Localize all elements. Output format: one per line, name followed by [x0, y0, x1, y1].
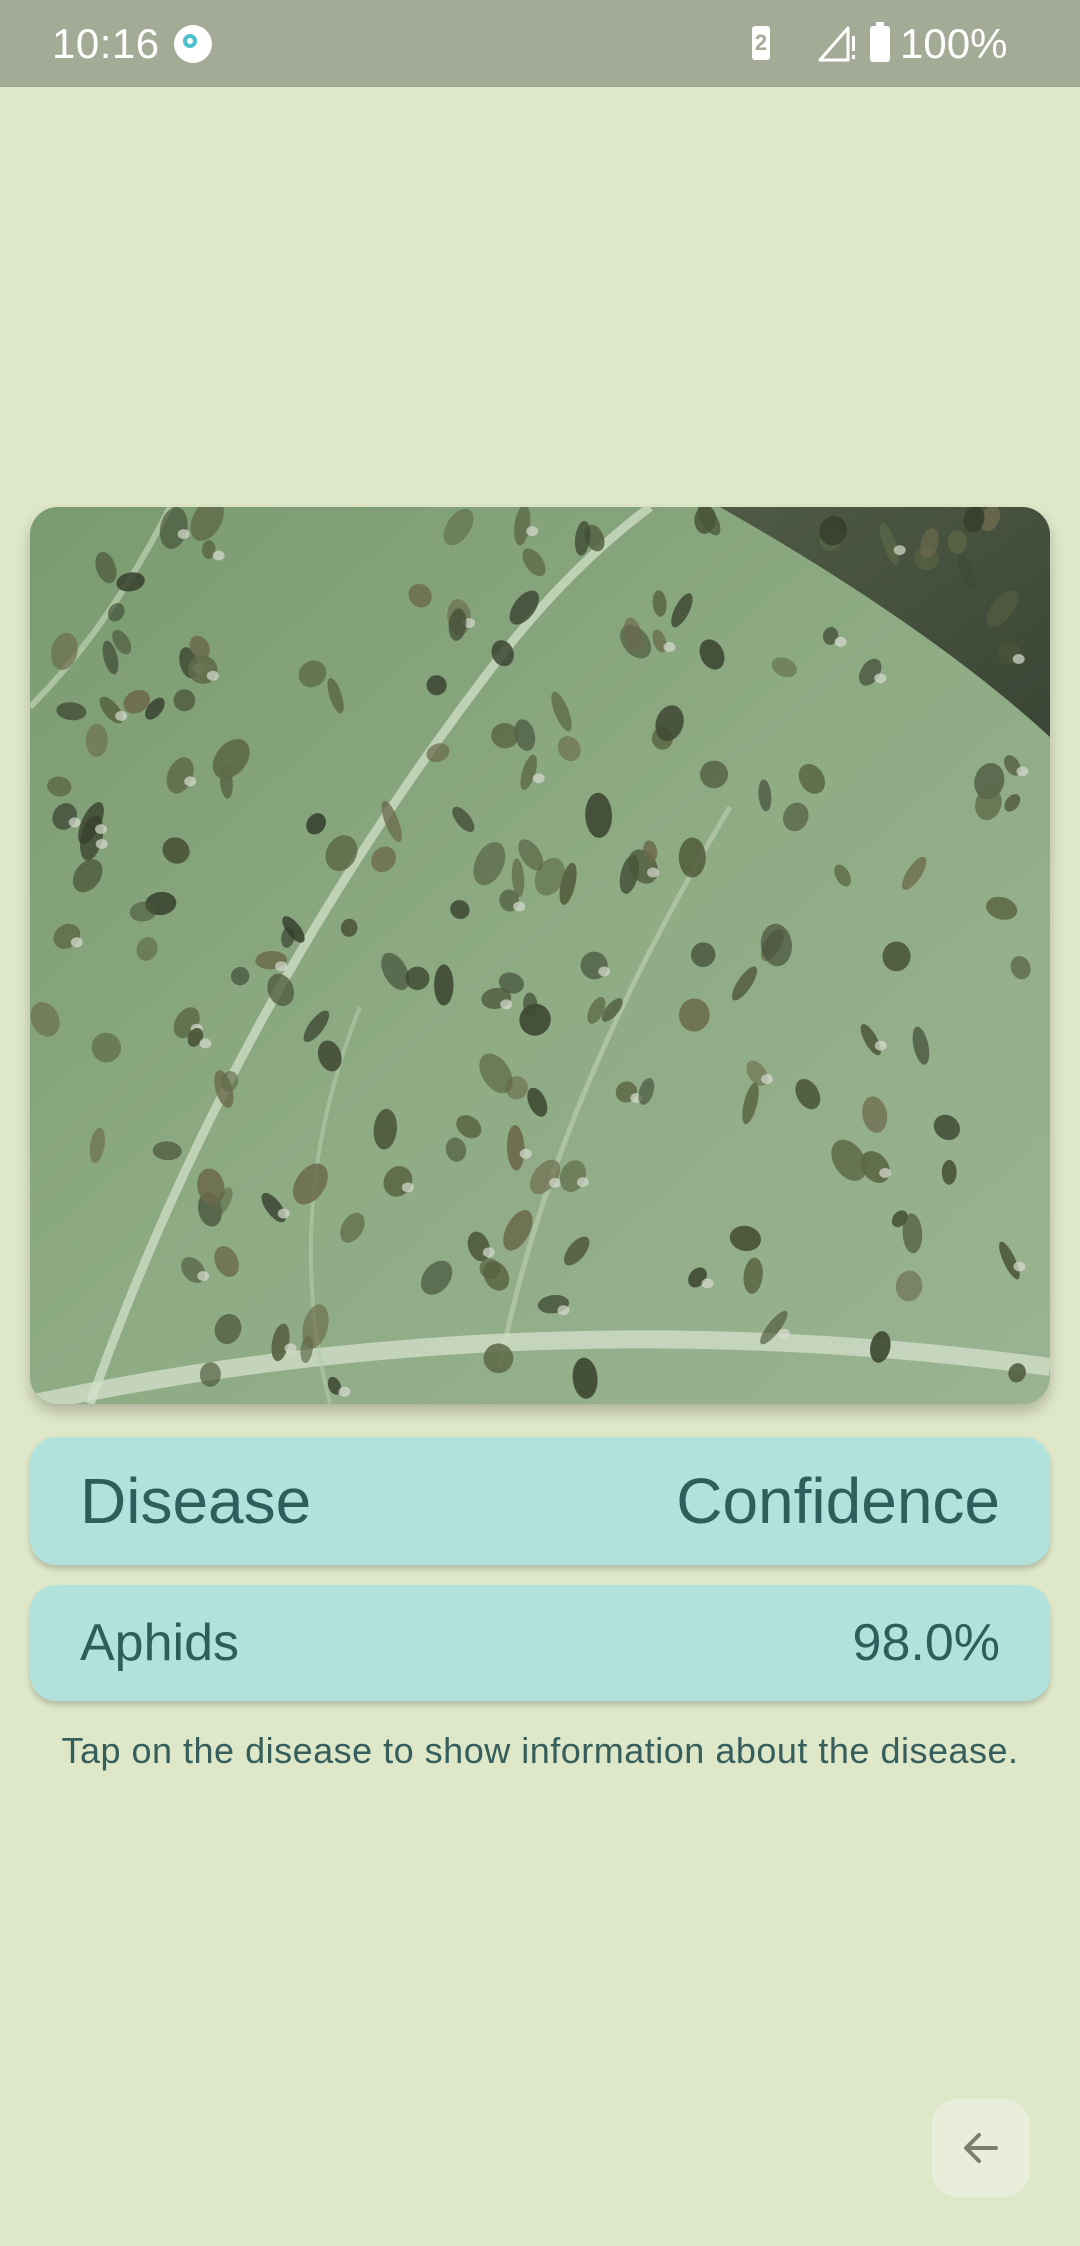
- shed-skin-speck: [1016, 766, 1029, 777]
- shed-skin-speck: [70, 937, 83, 948]
- shed-skin-speck: [701, 1278, 714, 1289]
- shed-skin-speck: [284, 1343, 297, 1354]
- status-bar: 10:16 2 100%: [0, 0, 1080, 87]
- back-button[interactable]: [932, 2099, 1030, 2197]
- sim-icon: 2: [752, 26, 770, 60]
- aphid-speck: [483, 1343, 514, 1374]
- shed-skin-speck: [513, 901, 526, 912]
- shed-skin-speck: [519, 1148, 532, 1159]
- confidence-value: 98.0%: [852, 1614, 1000, 1672]
- shed-skin-speck: [338, 1386, 351, 1397]
- shed-skin-speck: [777, 1328, 790, 1339]
- results-header: Disease Confidence: [30, 1437, 1050, 1565]
- battery-percent: 100%: [900, 20, 1008, 67]
- shed-skin-speck: [834, 636, 847, 647]
- disease-name: Aphids: [80, 1614, 239, 1672]
- signal-icon: [818, 26, 855, 62]
- shed-skin-speck: [401, 1182, 414, 1193]
- shed-skin-speck: [761, 1074, 773, 1085]
- battery-charging-icon: [870, 22, 890, 62]
- shed-skin-speck: [598, 966, 611, 977]
- shed-skin-speck: [68, 817, 81, 828]
- shed-skin-speck: [532, 773, 545, 784]
- shed-skin-speck: [482, 1247, 495, 1258]
- screen: 10:16 2 100% Disease Confidence Aphids 9…: [0, 0, 1080, 2246]
- shed-skin-speck: [95, 824, 107, 835]
- result-row-aphids[interactable]: Aphids 98.0%: [30, 1585, 1050, 1701]
- shed-skin-speck: [275, 961, 288, 972]
- arrow-left-icon: [964, 2133, 998, 2163]
- shed-skin-speck: [647, 867, 659, 878]
- hint-text: Tap on the disease to show information a…: [61, 1730, 1019, 1771]
- disease-column-header: Disease: [80, 1465, 312, 1537]
- leaf-aphids-photo: [30, 507, 1050, 1404]
- shed-skin-speck: [199, 1038, 212, 1049]
- aphid-speck: [434, 964, 454, 1006]
- shed-skin-speck: [1012, 654, 1025, 664]
- shed-skin-speck: [874, 1040, 887, 1051]
- aphid-speck: [678, 837, 706, 878]
- shed-skin-speck: [277, 1208, 290, 1219]
- shed-skin-speck: [500, 999, 513, 1010]
- shed-skin-speck: [206, 670, 219, 681]
- shed-skin-speck: [184, 776, 197, 787]
- confidence-column-header: Confidence: [676, 1465, 1000, 1537]
- shed-skin-speck: [557, 1305, 570, 1316]
- shed-skin-speck: [576, 1177, 589, 1188]
- shed-skin-speck: [197, 1271, 210, 1281]
- app-notification-icon: [174, 25, 212, 63]
- shed-skin-speck: [879, 1168, 892, 1178]
- disease-image: [30, 507, 1050, 1404]
- shed-skin-speck: [1013, 1261, 1026, 1272]
- shed-skin-speck: [177, 529, 190, 540]
- shed-skin-speck: [95, 839, 108, 849]
- shed-skin-speck: [526, 526, 539, 537]
- shed-skin-speck: [874, 673, 887, 684]
- shed-skin-speck: [663, 642, 676, 652]
- shed-skin-speck: [212, 550, 225, 561]
- shed-skin-speck: [549, 1177, 562, 1188]
- status-time: 10:16: [52, 20, 160, 67]
- shed-skin-speck: [893, 545, 906, 556]
- shed-skin-speck: [115, 711, 128, 721]
